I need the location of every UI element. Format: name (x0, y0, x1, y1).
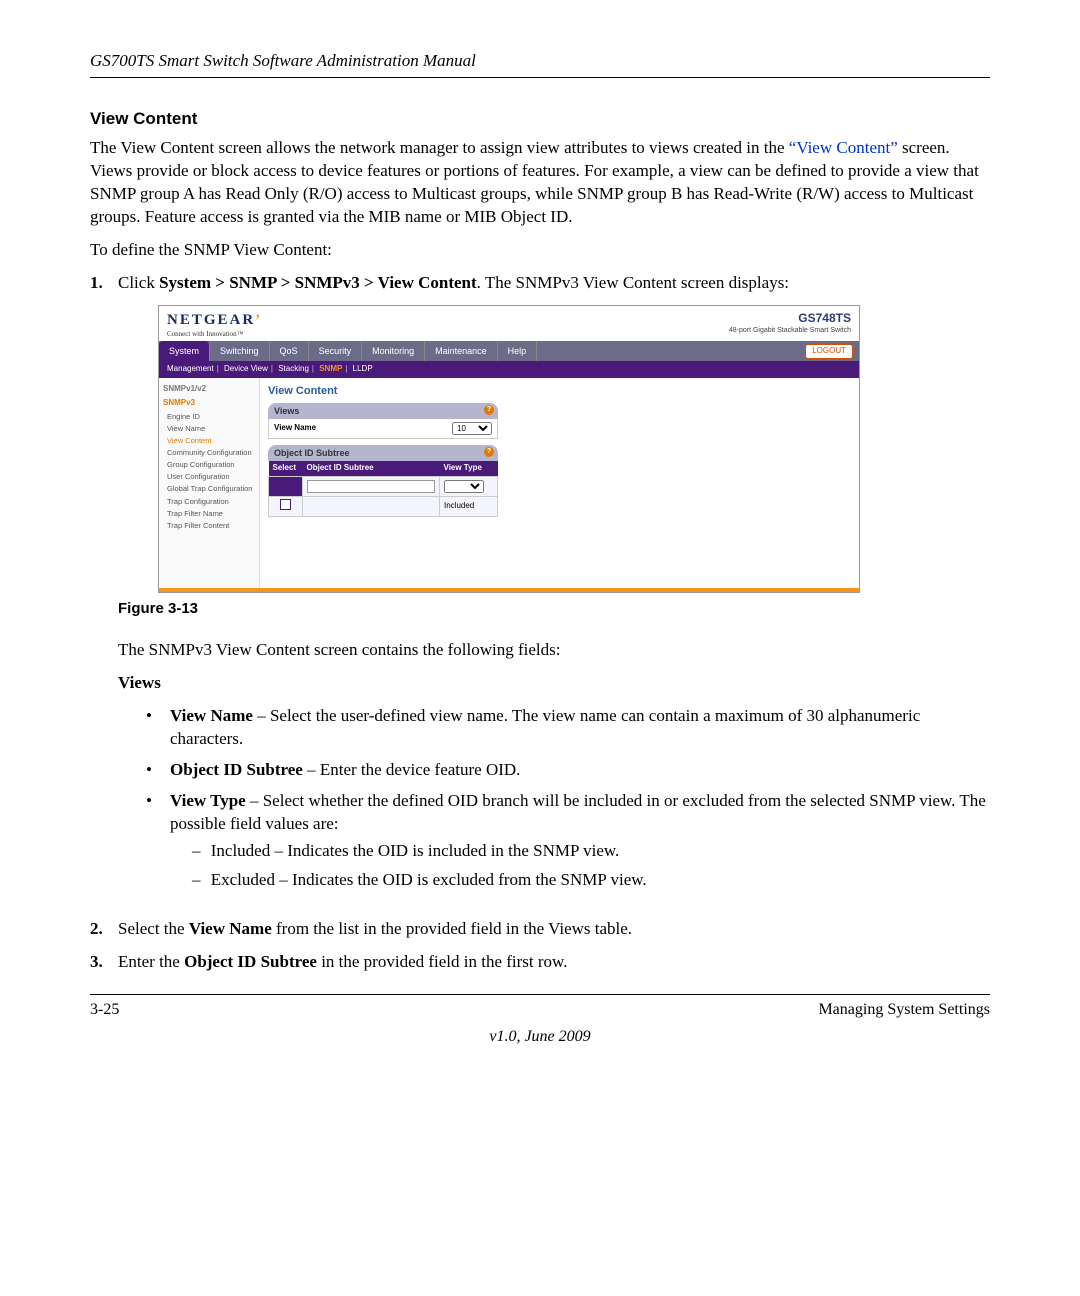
bullet-viewname-bold: View Name (170, 706, 253, 725)
table-row (269, 477, 498, 497)
subtab-management[interactable]: Management (167, 364, 214, 373)
help-icon[interactable]: ? (484, 405, 494, 415)
sidebar-item-trapfiltercontent[interactable]: Trap Filter Content (167, 521, 255, 531)
views-heading: Views (118, 672, 990, 695)
panel-views-title: Views (274, 406, 299, 416)
dash-included: Included – Indicates the OID is included… (210, 840, 990, 863)
sidebar-item-viewcontent[interactable]: View Content (167, 436, 255, 446)
manual-title: GS700TS Smart Switch Software Administra… (90, 50, 990, 73)
step-2-num: 2. (90, 918, 118, 941)
th-oid: Object ID Subtree (303, 461, 440, 476)
main-tabs: System Switching QoS Security Monitoring… (159, 341, 859, 361)
th-select: Select (269, 461, 303, 476)
tab-monitoring[interactable]: Monitoring (362, 341, 425, 361)
row2-select-checkbox[interactable] (280, 499, 291, 510)
view-name-label: View Name (274, 423, 316, 434)
tab-switching[interactable]: Switching (210, 341, 270, 361)
content-title: View Content (268, 384, 851, 399)
subtab-deviceview[interactable]: Device View (224, 364, 268, 373)
help-icon[interactable]: ? (484, 447, 494, 457)
step-1-post: . The SNMPv3 View Content screen display… (477, 273, 789, 292)
bullet-oid-text: – Enter the device feature OID. (303, 760, 521, 779)
step-3: 3. Enter the Object ID Subtree in the pr… (90, 951, 990, 974)
sidebar-item-trapconfig[interactable]: Trap Configuration (167, 497, 255, 507)
logout-button[interactable]: LOGOUT (805, 344, 853, 359)
subtab-lldp[interactable]: LLDP (353, 364, 373, 373)
after-figure-text: The SNMPv3 View Content screen contains … (118, 639, 990, 662)
th-vtype: View Type (440, 461, 498, 476)
page-number: 3-25 (90, 999, 119, 1021)
subtab-stacking[interactable]: Stacking (278, 364, 309, 373)
brand-tagline: Connect with Innovation™ (167, 330, 262, 339)
sidebar-hdr-snmpv3[interactable]: SNMPv3 (163, 398, 255, 409)
brand-dot-icon: ’ (255, 312, 262, 328)
sidebar-item-user[interactable]: User Configuration (167, 472, 255, 482)
oid-table: Select Object ID Subtree View Type (268, 461, 498, 516)
model-desc: 48-port Gigabit Stackable Smart Switch (729, 326, 851, 335)
step-1-num: 1. (90, 272, 118, 908)
header-rule (90, 77, 990, 78)
bullet-viewname: View Name – Select the user-defined view… (146, 705, 990, 751)
step-3-pre: Enter the (118, 952, 184, 971)
sidebar-item-trapfiltername[interactable]: Trap Filter Name (167, 509, 255, 519)
row1-vtype-select[interactable] (444, 480, 484, 493)
sidebar-item-group[interactable]: Group Configuration (167, 460, 255, 470)
row2-vtype: Included (440, 496, 498, 516)
view-name-select[interactable]: 10 (452, 422, 492, 435)
sidebar-item-community[interactable]: Community Configuration (167, 448, 255, 458)
model-number: GS748TS (729, 310, 851, 326)
footer-rule (90, 994, 990, 995)
sidebar-item-viewname[interactable]: View Name (167, 424, 255, 434)
bullet-vtype: View Type – Select whether the defined O… (146, 790, 990, 898)
sidebar-item-globaltrap[interactable]: Global Trap Configuration (167, 484, 255, 494)
sidebar-item-engineid[interactable]: Engine ID (167, 412, 255, 422)
table-row: Included (269, 496, 498, 516)
bullet-vtype-text: – Select whether the defined OID branch … (170, 791, 986, 833)
brand-block: NETGEAR’ Connect with Innovation™ (167, 310, 262, 340)
row1-oid-input[interactable] (307, 480, 435, 493)
step-2: 2. Select the View Name from the list in… (90, 918, 990, 941)
figure-caption: Figure 3-13 (118, 599, 990, 619)
dash-excluded: Excluded – Indicates the OID is excluded… (210, 869, 990, 892)
sub-tabs: Management| Device View| Stacking| SNMP|… (159, 361, 859, 378)
tab-maintenance[interactable]: Maintenance (425, 341, 498, 361)
step-1-bold: System > SNMP > SNMPv3 > View Content (159, 273, 477, 292)
tab-qos[interactable]: QoS (270, 341, 309, 361)
tab-help[interactable]: Help (498, 341, 538, 361)
chapter-title: Managing System Settings (818, 999, 990, 1021)
sidebar-hdr-snmpv12[interactable]: SNMPv1/v2 (163, 384, 255, 395)
sidebar: SNMPv1/v2 SNMPv3 Engine ID View Name Vie… (159, 378, 260, 588)
subtab-snmp[interactable]: SNMP (319, 364, 342, 373)
figure-screenshot: NETGEAR’ Connect with Innovation™ GS748T… (158, 305, 860, 594)
bullet-oid: Object ID Subtree – Enter the device fea… (146, 759, 990, 782)
step-2-pre: Select the (118, 919, 189, 938)
step-3-num: 3. (90, 951, 118, 974)
step-3-bold: Object ID Subtree (184, 952, 317, 971)
step-1: 1. Click System > SNMP > SNMPv3 > View C… (90, 272, 990, 908)
step-2-post: from the list in the provided field in t… (272, 919, 632, 938)
step-1-pre: Click (118, 273, 159, 292)
panel-oid: Object ID Subtree ? Select Object ID Sub… (268, 445, 498, 517)
version-text: v1.0, June 2009 (90, 1026, 990, 1048)
intro-paragraph: The View Content screen allows the netwo… (90, 137, 990, 229)
bullet-vtype-bold: View Type (170, 791, 246, 810)
brand-text: NETGEAR (167, 312, 255, 328)
panel-views: Views ? View Name 10 (268, 403, 498, 439)
bullet-oid-bold: Object ID Subtree (170, 760, 303, 779)
bullet-viewname-text: – Select the user-defined view name. The… (170, 706, 920, 748)
step-2-bold: View Name (189, 919, 272, 938)
intro-pre: The View Content screen allows the netwo… (90, 138, 789, 157)
row1-select-checkbox[interactable] (280, 479, 291, 490)
view-content-link[interactable]: “View Content” (789, 138, 898, 157)
tab-system[interactable]: System (159, 341, 210, 361)
panel-oid-title: Object ID Subtree (274, 448, 350, 458)
step-3-post: in the provided field in the first row. (317, 952, 568, 971)
tab-security[interactable]: Security (309, 341, 363, 361)
bottom-strip (159, 588, 859, 592)
section-heading: View Content (90, 108, 990, 131)
intro-para2: To define the SNMP View Content: (90, 239, 990, 262)
